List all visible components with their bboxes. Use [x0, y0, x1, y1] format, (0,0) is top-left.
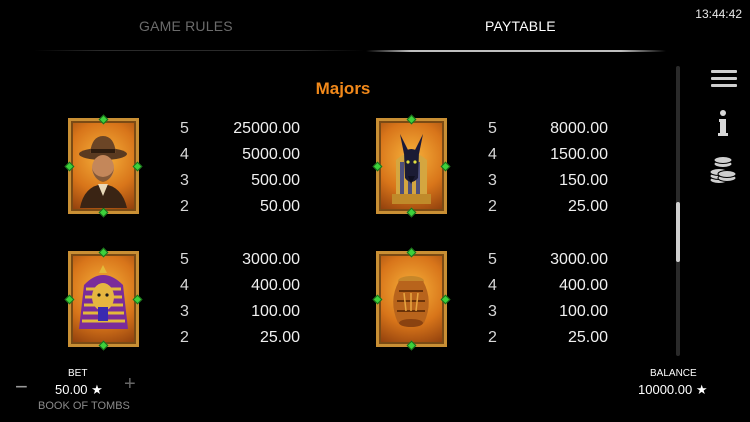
game-name: BOOK OF TOMBS	[38, 400, 130, 412]
pay-count: 4	[180, 146, 189, 163]
bet-label: BET	[68, 368, 88, 379]
pay-count: 2	[180, 329, 189, 346]
pay-row: 5 25000.00	[180, 120, 300, 146]
pay-row: 5 3000.00	[180, 251, 300, 277]
pay-amount: 25.00	[567, 198, 608, 215]
pay-count: 5	[180, 251, 189, 268]
tab-bar: GAME RULES PAYTABLE	[0, 0, 680, 52]
pay-row: 2 25.00	[488, 329, 608, 355]
pay-count: 5	[488, 251, 497, 268]
pay-amount: 50.00	[259, 198, 300, 215]
balance-panel: BALANCE 10000.00 ★	[620, 362, 750, 422]
pay-count: 4	[488, 277, 497, 294]
pay-count: 4	[180, 277, 189, 294]
pay-amount: 500.00	[251, 172, 300, 189]
pharaoh-pays: 5 3000.00 4 400.00 3 100.00 2 25.00	[180, 251, 300, 355]
clock: 13:44:42	[695, 7, 742, 21]
tab-game-rules[interactable]: GAME RULES	[139, 18, 233, 34]
pay-row: 2 50.00	[180, 198, 300, 224]
pay-row: 3 150.00	[488, 172, 608, 198]
explorer-pays: 5 25000.00 4 5000.00 3 500.00 2 50.00	[180, 120, 300, 224]
pay-row: 5 3000.00	[488, 251, 608, 277]
bet-increase-button[interactable]: +	[124, 373, 136, 396]
pay-row: 4 400.00	[180, 277, 300, 303]
scroll-thumb[interactable]	[676, 202, 680, 262]
pay-count: 2	[180, 198, 189, 215]
pay-row: 2 25.00	[488, 198, 608, 224]
pharaoh-symbol-icon	[64, 247, 143, 351]
active-tab-underline	[366, 50, 666, 52]
pay-count: 2	[488, 329, 497, 346]
pay-amount: 3000.00	[550, 251, 608, 268]
pay-row: 5 8000.00	[488, 120, 608, 146]
menu-icon[interactable]	[707, 66, 739, 96]
pay-amount: 3000.00	[242, 251, 300, 268]
pay-amount: 100.00	[251, 303, 300, 320]
urn-symbol-icon	[372, 247, 451, 351]
pay-count: 3	[488, 303, 497, 320]
pay-amount: 400.00	[559, 277, 608, 294]
pay-row: 4 5000.00	[180, 146, 300, 172]
pay-amount: 25.00	[259, 329, 300, 346]
scrollbar[interactable]	[676, 66, 680, 356]
pay-amount: 25.00	[567, 329, 608, 346]
pay-row: 3 100.00	[488, 303, 608, 329]
explorer-symbol-icon	[64, 114, 143, 218]
pay-amount: 25000.00	[233, 120, 300, 137]
pay-count: 5	[180, 120, 189, 137]
pay-amount: 400.00	[251, 277, 300, 294]
bet-decrease-button[interactable]: −	[15, 374, 28, 400]
pay-row: 3 500.00	[180, 172, 300, 198]
pay-count: 4	[488, 146, 497, 163]
urn-pays: 5 3000.00 4 400.00 3 100.00 2 25.00	[488, 251, 608, 355]
pay-count: 3	[180, 303, 189, 320]
pay-count: 2	[488, 198, 497, 215]
tab-paytable[interactable]: PAYTABLE	[485, 18, 556, 34]
pay-amount: 150.00	[559, 172, 608, 189]
pay-count: 5	[488, 120, 497, 137]
bet-value: 50.00 ★	[55, 382, 103, 397]
anubis-symbol-icon	[372, 114, 451, 218]
pay-row: 2 25.00	[180, 329, 300, 355]
pay-amount: 5000.00	[242, 146, 300, 163]
section-title: Majors	[315, 79, 371, 98]
tab-divider	[34, 50, 364, 51]
anubis-pays: 5 8000.00 4 1500.00 3 150.00 2 25.00	[488, 120, 608, 224]
pay-amount: 1500.00	[550, 146, 608, 163]
pay-row: 4 400.00	[488, 277, 608, 303]
pay-count: 3	[180, 172, 189, 189]
balance-label: BALANCE	[650, 368, 697, 379]
bet-panel: − BET 50.00 ★ + BOOK OF TOMBS	[0, 362, 160, 422]
pay-row: 4 1500.00	[488, 146, 608, 172]
pay-amount: 8000.00	[550, 120, 608, 137]
pay-row: 3 100.00	[180, 303, 300, 329]
pay-amount: 100.00	[559, 303, 608, 320]
balance-value: 10000.00 ★	[638, 382, 708, 397]
coins-icon[interactable]	[707, 156, 739, 186]
info-icon[interactable]	[707, 108, 739, 138]
pay-count: 3	[488, 172, 497, 189]
